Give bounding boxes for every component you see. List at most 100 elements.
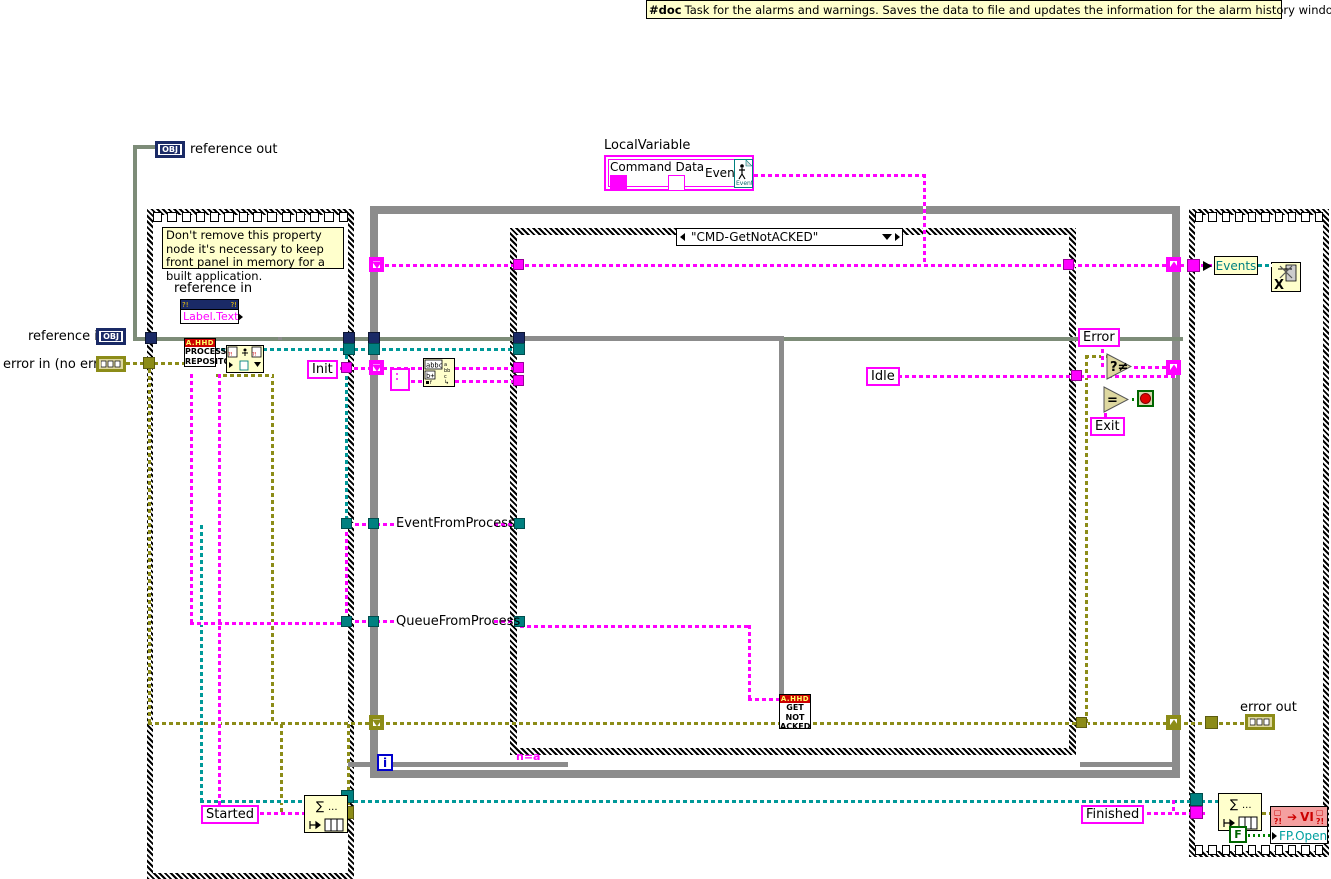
string-constant-error[interactable]: Error	[1078, 328, 1120, 347]
tunnel-teal-case[interactable]	[513, 343, 525, 355]
enqueue-node-left[interactable]: ∑ ...	[304, 795, 348, 833]
equal-glyph: =	[1103, 386, 1129, 413]
error-cluster-icon	[101, 360, 121, 368]
chevron-down-icon[interactable]	[882, 229, 892, 245]
stop-condition-terminal[interactable]	[1137, 390, 1154, 407]
get-not-acked-line1: GET	[786, 703, 804, 712]
svg-text:X: X	[1274, 278, 1284, 291]
event-glyph: Event	[735, 159, 754, 187]
tunnel-right-frame-error[interactable]	[1205, 716, 1218, 729]
case-next-icon[interactable]	[892, 229, 902, 245]
get-not-acked-subvi[interactable]: A.HHD GET NOT ACKED	[779, 694, 811, 731]
string-constant-exit[interactable]: Exit	[1090, 417, 1125, 436]
wire-queue-to-subvi-h	[520, 625, 750, 628]
shift-register-error-right[interactable]	[1166, 715, 1181, 730]
svg-text:b+: b+	[426, 372, 434, 380]
property-node-refnum-row: ?! ?!	[180, 299, 239, 310]
destroy-events-icon[interactable]: X	[1271, 262, 1301, 293]
fp-open-vi-label: VI	[1300, 809, 1314, 824]
string-constant-started[interactable]: Started	[201, 805, 260, 824]
shift-register-events-right[interactable]	[1166, 257, 1181, 272]
events-tunnel-label-box: Events	[1214, 256, 1258, 275]
tunnel-eventfromprocess-left[interactable]	[341, 518, 352, 529]
fp-open-property-node[interactable]: ▢?! ➔ VI ▢?! FP.Open	[1270, 806, 1328, 844]
svg-text:abbc: abbc	[426, 362, 443, 370]
wire-concat-out-a	[455, 367, 517, 370]
wire-queue-to-subvi-v	[748, 625, 751, 700]
string-constant-init[interactable]: Init	[307, 360, 338, 379]
fp-open-vi-row: ▢?! ➔ VI ▢?!	[1271, 807, 1327, 827]
shift-register-state-right[interactable]	[1166, 360, 1181, 375]
tunnel-case-state-in[interactable]	[513, 362, 524, 373]
shift-register-events-left[interactable]	[369, 257, 384, 272]
wire-localvar-right	[754, 174, 926, 177]
string-constant-empty[interactable]	[390, 368, 410, 391]
tunnel-eventfromprocess-case[interactable]	[514, 518, 525, 529]
reference-in-terminal[interactable]: OBJ	[96, 328, 126, 345]
reference-out-terminal[interactable]: OBJ	[155, 141, 185, 158]
property-node-label: reference in	[174, 281, 253, 296]
shift-register-error-left[interactable]	[369, 715, 384, 730]
eventfromprocess-label: EventFromProcess	[396, 516, 515, 531]
tunnel-refnum-left[interactable]	[145, 332, 157, 344]
equal-compare-node[interactable]: =	[1103, 386, 1129, 413]
tunnel-right-frame-events[interactable]	[1187, 259, 1200, 272]
error-in-terminal[interactable]	[96, 356, 126, 372]
string-format-node[interactable]: abbc b+ a bb c f ↳	[423, 358, 455, 387]
right-subdiagram-frame	[1189, 209, 1329, 857]
wire-error-const-down	[1101, 349, 1104, 369]
string-constant-idle[interactable]: Idle	[866, 367, 900, 386]
tunnel-case-events-in[interactable]	[513, 259, 524, 270]
case-prev-icon[interactable]	[677, 229, 687, 245]
tunnel-case-state-in-2[interactable]	[513, 375, 524, 386]
wire-finished	[1140, 812, 1176, 815]
boolean-constant-false[interactable]: F	[1229, 826, 1247, 843]
error-cluster-icon-out	[1250, 718, 1270, 726]
reference-out-label: reference out	[190, 142, 278, 157]
case-selector[interactable]: "CMD-GetNotACKED"	[676, 228, 903, 246]
tunnel-error-entry[interactable]	[143, 357, 155, 369]
tunnel-init[interactable]	[341, 362, 352, 373]
svg-text:∑: ∑	[1230, 797, 1238, 811]
localvariable-label: LocalVariable	[604, 138, 691, 153]
localvar-slot-a[interactable]	[610, 175, 627, 191]
process-repository-subvi[interactable]: A.HHD PROCESS REPOSITOR	[184, 338, 236, 367]
tunnel-case-events-out[interactable]	[1063, 259, 1074, 270]
wire-error-bottom-main	[148, 722, 1268, 725]
wire-localvar-down	[923, 174, 926, 266]
error-out-label: error out	[1240, 700, 1297, 715]
property-node[interactable]: ?! ?! Label.Text	[180, 299, 244, 324]
wire-concat-out-b	[455, 380, 517, 383]
tunnel-eventfromprocess-loop[interactable]	[368, 518, 379, 529]
tunnel-teal-loop-in[interactable]	[368, 343, 380, 355]
wire-events-to-destroy	[1258, 264, 1272, 267]
tunnel-error-right-inner[interactable]	[1076, 717, 1087, 728]
string-constant-finished[interactable]: Finished	[1081, 805, 1145, 824]
fp-open-property-row[interactable]: FP.Open	[1271, 827, 1327, 844]
destroy-events-glyph: X	[1274, 264, 1297, 293]
tunnel-magenta-bottom-right[interactable]	[1190, 806, 1203, 819]
tunnel-case-idle-out[interactable]	[1071, 370, 1082, 381]
property-node-property-row[interactable]: Label.Text	[180, 310, 244, 324]
tunnel-queuefromprocess-loop[interactable]	[368, 616, 379, 627]
wire-error-from-process-repo	[216, 374, 274, 377]
localvar-slot-b[interactable]	[668, 175, 685, 191]
error-out-terminal[interactable]	[1245, 714, 1275, 730]
doc-banner: #doc Task for the alarms and warnings. S…	[646, 0, 1331, 19]
not-equal-compare-node[interactable]: ?≠	[1106, 353, 1132, 380]
enqueue-glyph-right: ∑ ...	[1223, 797, 1258, 830]
svg-text:?≠: ?≠	[1110, 360, 1128, 375]
variant-node[interactable]: ?! ?!	[226, 345, 264, 373]
wire-grey-stub	[278, 337, 282, 340]
queuefromprocess-label: QueueFromProcess	[396, 614, 521, 629]
tunnel-teal-loop[interactable]	[343, 343, 355, 355]
svg-text:=: =	[1107, 393, 1118, 408]
shift-register-state-left[interactable]	[369, 360, 384, 375]
wire-grey-mid-down	[779, 336, 784, 706]
tunnel-teal-bottom-right[interactable]	[1190, 793, 1203, 806]
wire-error-down-left	[148, 362, 151, 724]
wire-idle	[898, 375, 1074, 378]
local-variable-node[interactable]: Command Data Events Event	[604, 155, 754, 191]
tunnel-queuefromprocess-left[interactable]	[341, 616, 352, 627]
refnum-badge-right: ?!	[229, 300, 238, 309]
